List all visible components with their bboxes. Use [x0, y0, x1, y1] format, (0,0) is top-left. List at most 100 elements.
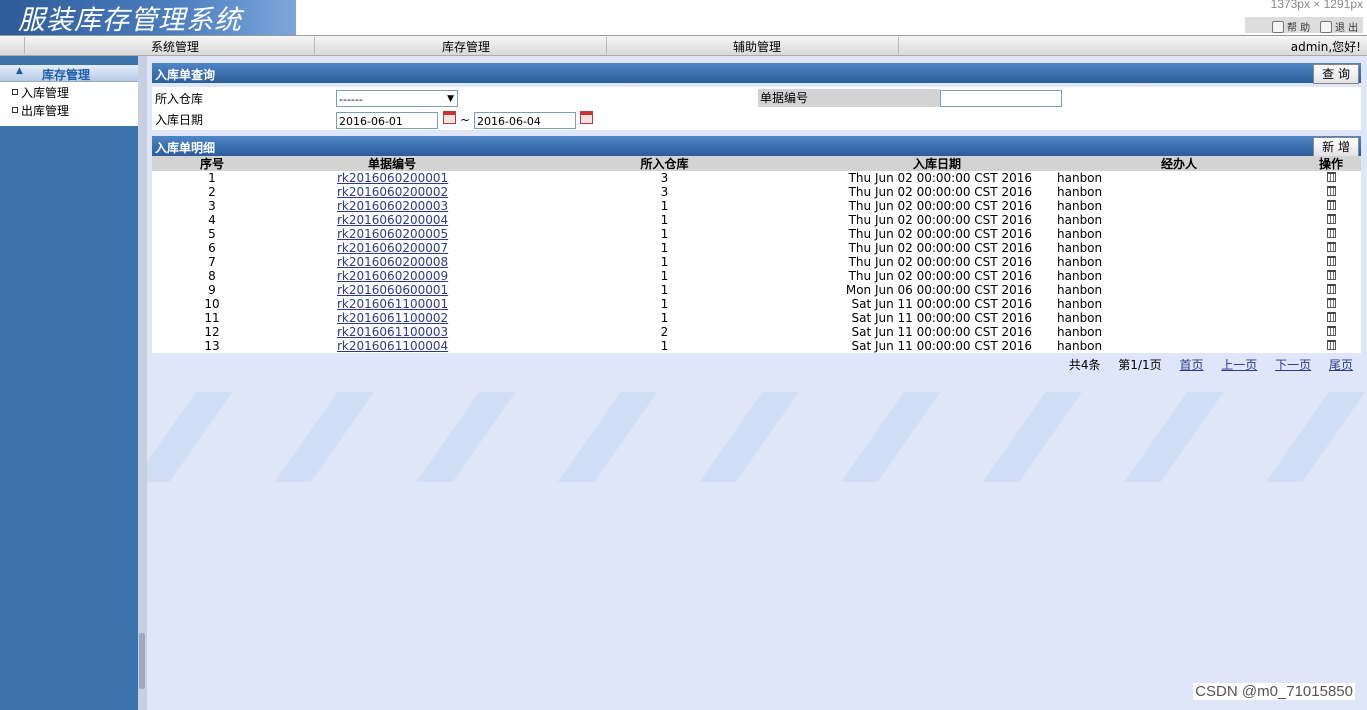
exit-link[interactable]: 退 出	[1320, 19, 1358, 34]
bill-link[interactable]: rk2016060200005	[337, 227, 448, 241]
exit-icon	[1320, 21, 1332, 33]
table-row: 10 rk2016061100001 1 Sat Jun 11 00:00:00 CS…	[152, 297, 1361, 311]
cell-no: 6	[208, 241, 216, 255]
warehouse-label: 所入仓库	[155, 92, 204, 106]
trash-icon[interactable]	[1326, 172, 1336, 182]
trash-icon[interactable]	[1326, 228, 1336, 238]
table-row: 8 rk2016060200009 1 Thu Jun 02 00:00:00 CST…	[152, 269, 1361, 283]
app-title: 服装库存管理系统	[18, 5, 242, 36]
bill-link[interactable]: rk2016061100001	[337, 297, 448, 311]
bill-link[interactable]: rk2016060200009	[337, 269, 448, 283]
cell-date: Thu Jun 02 00:00:00 CST 2016	[848, 241, 1032, 255]
calendar-icon[interactable]	[580, 111, 593, 124]
cell-bill: rk2016060200008	[272, 255, 512, 269]
trash-icon[interactable]	[1326, 256, 1336, 266]
cell-bill: rk2016060200007	[272, 241, 512, 255]
sidebar-submenu: 入库管理 出库管理	[0, 82, 138, 126]
pagination: 共4条 第1/1页 首页 上一页 下一页 尾页	[1055, 356, 1353, 373]
page-indicator: 第1/1页	[1118, 358, 1162, 372]
cell-warehouse: 1	[660, 297, 669, 311]
help-link[interactable]: 帮 助	[1272, 19, 1310, 34]
bill-no-input[interactable]	[940, 90, 1062, 107]
sidebar-item-stock-out[interactable]: 出库管理	[12, 102, 69, 119]
cell-bill: rk2016061100003	[272, 325, 512, 339]
table-row: 5 rk2016060200005 1 Thu Jun 02 00:00:00 CST…	[152, 227, 1361, 241]
table-row: 4 rk2016060200004 1 Thu Jun 02 00:00:00 CST…	[152, 213, 1361, 227]
table-row: 6 rk2016060200007 1 Thu Jun 02 00:00:00 CST…	[152, 241, 1361, 255]
trash-icon[interactable]	[1326, 200, 1336, 210]
cell-no: 5	[208, 227, 216, 241]
cell-handler: hanbon	[1057, 311, 1103, 325]
add-button[interactable]: 新 增	[1313, 137, 1359, 157]
bill-link[interactable]: rk2016060200001	[337, 171, 448, 185]
date-to-input[interactable]: 2016-06-04	[474, 112, 576, 129]
trash-icon[interactable]	[1326, 298, 1336, 308]
cell-bill: rk2016060200003	[272, 199, 512, 213]
splitter-toggle[interactable]	[139, 633, 145, 689]
trash-icon[interactable]	[1326, 284, 1336, 294]
table-row: 1 rk2016060200001 3 Thu Jun 02 00:00:00 CST…	[152, 171, 1361, 185]
trash-icon[interactable]	[1326, 326, 1336, 336]
date-from-input[interactable]: 2016-06-01	[336, 112, 438, 129]
bill-link[interactable]: rk2016061100002	[337, 311, 448, 325]
trash-icon[interactable]	[1326, 340, 1336, 350]
cell-no: 4	[208, 213, 216, 227]
trash-icon[interactable]	[1326, 214, 1336, 224]
cell-no: 7	[208, 255, 216, 269]
sidebar-item-stock-in[interactable]: 入库管理	[12, 84, 69, 101]
cell-date: Sat Jun 11 00:00:00 CST 2016	[851, 325, 1032, 339]
trash-icon[interactable]	[1326, 186, 1336, 196]
sidebar-section-header[interactable]: ▲ 库存管理	[0, 65, 138, 82]
warehouse-select[interactable]: ------ ▼	[336, 90, 458, 107]
prev-page-link[interactable]: 上一页	[1221, 358, 1257, 372]
bill-link[interactable]: rk2016060200008	[337, 255, 448, 269]
menu-auxiliary[interactable]: 辅助管理	[733, 38, 781, 55]
cell-action	[1301, 269, 1361, 283]
table-row: 12 rk2016061100003 2 Sat Jun 11 00:00:00 CS…	[152, 325, 1361, 339]
cell-date: Thu Jun 02 00:00:00 CST 2016	[848, 255, 1032, 269]
cell-handler: hanbon	[1057, 227, 1103, 241]
bill-link[interactable]: rk2016061100003	[337, 325, 448, 339]
bill-link[interactable]: rk2016061100004	[337, 339, 448, 353]
cell-bill: rk2016060200001	[272, 171, 512, 185]
cell-date: Sat Jun 11 00:00:00 CST 2016	[851, 311, 1032, 325]
menu-inventory[interactable]: 库存管理	[442, 38, 490, 55]
cell-no: 8	[208, 269, 216, 283]
trash-icon[interactable]	[1326, 270, 1336, 280]
cell-bill: rk2016061100001	[272, 297, 512, 311]
first-page-link[interactable]: 首页	[1179, 358, 1203, 372]
stock-in-table: 序号 单据编号 所入仓库 入库日期 经办人 操作 1 rk201606020000…	[152, 156, 1361, 353]
cell-bill: rk2016061100004	[272, 339, 512, 353]
help-icon	[1272, 21, 1284, 33]
calendar-icon[interactable]	[443, 111, 456, 124]
cell-action	[1301, 255, 1361, 269]
cell-bill: rk2016060200004	[272, 213, 512, 227]
search-button[interactable]: 查 询	[1313, 64, 1359, 84]
cell-warehouse: 1	[660, 213, 669, 227]
cell-warehouse: 1	[660, 241, 669, 255]
bill-link[interactable]: rk2016060600001	[337, 283, 448, 297]
menu-system[interactable]: 系统管理	[151, 38, 199, 55]
user-greeting: admin,您好!	[1290, 40, 1361, 54]
bill-link[interactable]: rk2016060200003	[337, 199, 448, 213]
table-header: 序号 单据编号 所入仓库 入库日期 经办人 操作	[152, 156, 1361, 171]
list-title: 入库单明细	[155, 141, 216, 155]
bill-link[interactable]: rk2016060200004	[337, 213, 448, 227]
next-page-link[interactable]: 下一页	[1275, 358, 1311, 372]
sidebar-splitter[interactable]	[138, 56, 147, 710]
last-page-link[interactable]: 尾页	[1329, 358, 1353, 372]
cell-action	[1301, 297, 1361, 311]
bill-link[interactable]: rk2016060200002	[337, 185, 448, 199]
cell-date: Thu Jun 02 00:00:00 CST 2016	[848, 199, 1032, 213]
cell-action	[1301, 199, 1361, 213]
cell-handler: hanbon	[1057, 325, 1103, 339]
column-header-bill: 单据编号	[367, 156, 416, 171]
cell-handler: hanbon	[1057, 213, 1103, 227]
menu-separator	[606, 37, 607, 54]
cell-warehouse: 1	[660, 339, 669, 353]
cell-date: Sat Jun 11 00:00:00 CST 2016	[851, 297, 1032, 311]
trash-icon[interactable]	[1326, 312, 1336, 322]
trash-icon[interactable]	[1326, 242, 1336, 252]
bill-link[interactable]: rk2016060200007	[337, 241, 448, 255]
cell-warehouse: 1	[660, 255, 669, 269]
